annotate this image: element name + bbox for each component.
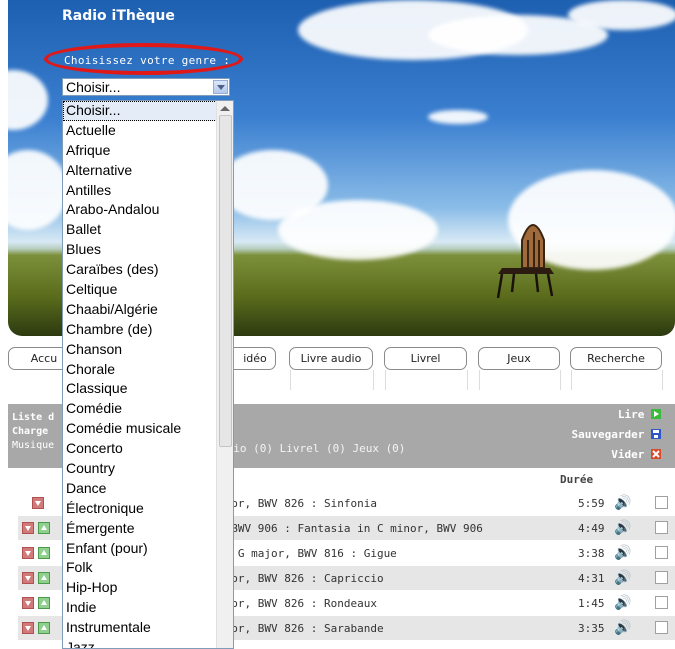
track-duration: 4:31 bbox=[578, 572, 605, 585]
genre-option[interactable]: Dance bbox=[63, 479, 233, 499]
tab-jeux[interactable]: Jeux bbox=[478, 347, 560, 370]
playlist-title: Liste d bbox=[12, 412, 55, 423]
genre-option[interactable]: Afrique bbox=[63, 141, 233, 161]
track-title: , BWV 906 : Fantasia in C minor, BWV 906 bbox=[218, 522, 483, 535]
track-duration: 1:45 bbox=[578, 597, 605, 610]
highlight-ellipse bbox=[44, 43, 243, 75]
move-up-button[interactable] bbox=[38, 572, 50, 584]
speaker-icon[interactable]: 🔊 bbox=[614, 545, 631, 561]
playlist-counts: udio (0) Livrel (0) Jeux (0) bbox=[220, 442, 406, 455]
move-down-button[interactable] bbox=[22, 547, 34, 559]
genre-select[interactable]: Choisir... bbox=[62, 78, 230, 96]
track-duration: 5:59 bbox=[578, 497, 605, 510]
scroll-up-icon[interactable] bbox=[220, 106, 230, 111]
clear-button[interactable]: Vider bbox=[611, 448, 661, 461]
genre-option[interactable]: Instrumentale bbox=[63, 618, 233, 638]
tab-livre-audio[interactable]: Livre audio bbox=[289, 347, 373, 370]
speaker-icon[interactable]: 🔊 bbox=[614, 520, 631, 536]
genre-option[interactable]: Actuelle bbox=[63, 121, 233, 141]
genre-dropdown-list[interactable]: Choisir... Actuelle Afrique Alternative Anti… bbox=[62, 100, 234, 649]
genre-option[interactable]: Indie bbox=[63, 598, 233, 618]
dropdown-scrollbar[interactable] bbox=[216, 101, 233, 648]
genre-option[interactable]: Country bbox=[63, 459, 233, 479]
track-title: inor, BWV 826 : Sinfonia bbox=[218, 497, 377, 510]
speaker-icon[interactable]: 🔊 bbox=[614, 595, 631, 611]
move-down-button[interactable] bbox=[22, 522, 34, 534]
tab-recherche[interactable]: Recherche bbox=[570, 347, 662, 370]
genre-option[interactable]: Caraïbes (des) bbox=[63, 260, 233, 280]
track-duration: 3:38 bbox=[578, 547, 605, 560]
genre-option[interactable]: Chorale bbox=[63, 360, 233, 380]
genre-option[interactable]: Enfant (pour) bbox=[63, 539, 233, 559]
genre-option[interactable]: Hip-Hop bbox=[63, 578, 233, 598]
genre-option[interactable]: Chanson bbox=[63, 340, 233, 360]
genre-select-value: Choisir... bbox=[66, 79, 121, 95]
genre-option[interactable]: Alternative bbox=[63, 161, 233, 181]
playlist-music-label[interactable]: Musique bbox=[12, 440, 54, 451]
play-icon bbox=[651, 409, 661, 419]
speaker-icon[interactable]: 🔊 bbox=[614, 620, 631, 636]
duration-header: Durée bbox=[560, 473, 594, 486]
playlist-load-label[interactable]: Charge bbox=[12, 426, 48, 437]
save-icon bbox=[651, 429, 661, 439]
play-button[interactable]: Lire bbox=[618, 408, 661, 421]
tab-accueil[interactable]: Accu bbox=[8, 347, 68, 370]
genre-option[interactable]: Jazz bbox=[63, 638, 233, 648]
track-checkbox[interactable] bbox=[655, 571, 668, 584]
scroll-thumb[interactable] bbox=[219, 115, 232, 447]
genre-option[interactable]: Classique bbox=[63, 379, 233, 399]
move-up-button[interactable] bbox=[38, 522, 50, 534]
genre-option[interactable]: Chaabi/Algérie bbox=[63, 300, 233, 320]
genre-option[interactable]: Comédie musicale bbox=[63, 419, 233, 439]
genre-option[interactable]: Ballet bbox=[63, 220, 233, 240]
move-up-button[interactable] bbox=[38, 622, 50, 634]
track-checkbox[interactable] bbox=[655, 546, 668, 559]
genre-option[interactable]: Chambre (de) bbox=[63, 320, 233, 340]
genre-option[interactable]: Comédie bbox=[63, 399, 233, 419]
tab-livrel[interactable]: Livrel bbox=[384, 347, 467, 370]
track-title: inor, BWV 826 : Capriccio bbox=[218, 572, 384, 585]
genre-option[interactable]: Celtique bbox=[63, 280, 233, 300]
move-down-button[interactable] bbox=[22, 572, 34, 584]
genre-option[interactable]: Émergente bbox=[63, 519, 233, 539]
move-down-button[interactable] bbox=[32, 497, 44, 509]
track-title: inor, BWV 826 : Sarabande bbox=[218, 622, 384, 635]
move-down-button[interactable] bbox=[22, 597, 34, 609]
genre-option[interactable]: Électronique bbox=[63, 499, 233, 519]
genre-option[interactable]: Blues bbox=[63, 240, 233, 260]
chevron-down-icon[interactable] bbox=[213, 80, 228, 94]
chair-illustration bbox=[496, 224, 554, 299]
track-checkbox[interactable] bbox=[655, 621, 668, 634]
genre-option[interactable]: Arabo-Andalou bbox=[63, 200, 233, 220]
speaker-icon[interactable]: 🔊 bbox=[614, 495, 631, 511]
track-duration: 3:35 bbox=[578, 622, 605, 635]
genre-option[interactable]: Concerto bbox=[63, 439, 233, 459]
track-checkbox[interactable] bbox=[655, 521, 668, 534]
clear-icon bbox=[651, 449, 661, 459]
track-checkbox[interactable] bbox=[655, 496, 668, 509]
genre-option[interactable]: Folk bbox=[63, 558, 233, 578]
move-up-button[interactable] bbox=[38, 597, 50, 609]
track-duration: 4:49 bbox=[578, 522, 605, 535]
track-title: inor, BWV 826 : Rondeaux bbox=[218, 597, 377, 610]
move-up-button[interactable] bbox=[38, 547, 50, 559]
move-down-button[interactable] bbox=[22, 622, 34, 634]
speaker-icon[interactable]: 🔊 bbox=[614, 570, 631, 586]
save-button[interactable]: Sauvegarder bbox=[572, 428, 661, 441]
track-title: 5, G major, BWV 816 : Gigue bbox=[218, 547, 397, 560]
track-checkbox[interactable] bbox=[655, 596, 668, 609]
genre-option[interactable]: Antilles bbox=[63, 181, 233, 201]
app-title: Radio iThèque bbox=[62, 8, 175, 24]
genre-option[interactable]: Choisir... bbox=[63, 101, 233, 121]
